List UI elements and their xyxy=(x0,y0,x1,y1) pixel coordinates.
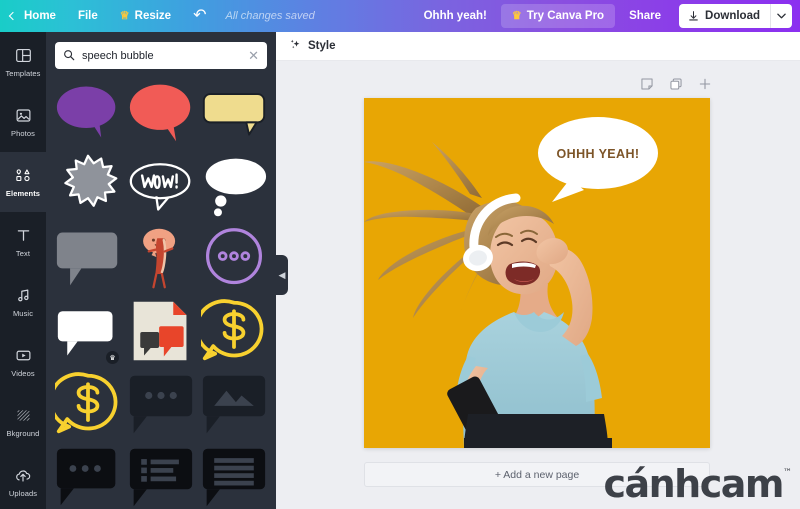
design-title[interactable]: Ohhh yeah! xyxy=(410,10,501,22)
home-label: Home xyxy=(24,10,56,22)
top-toolbar: Home File ♕ Resize ↶ All changes saved O… xyxy=(0,0,800,32)
sidebar-label: Templates xyxy=(5,68,41,78)
left-sidebar-rail: Templates Photos Elements Text Music Vid… xyxy=(0,32,46,509)
element-yellow-rounded-speech-bubble[interactable] xyxy=(201,79,267,145)
search-input[interactable] xyxy=(82,49,242,62)
sidebar-item-uploads[interactable]: Uploads xyxy=(0,452,46,509)
elements-results-grid: ♛ xyxy=(46,75,276,509)
chevron-left-icon: ◀ xyxy=(278,269,286,280)
elements-icon xyxy=(14,167,32,185)
element-black-dots-speech-bubble-2[interactable] xyxy=(55,444,121,509)
download-button[interactable]: Download xyxy=(679,4,770,28)
sidebar-item-bkground[interactable]: Bkground xyxy=(0,392,46,452)
try-canva-pro-button[interactable]: ♛ Try Canva Pro xyxy=(500,4,616,28)
resize-label: Resize xyxy=(134,10,172,22)
sidebar-item-text[interactable]: Text xyxy=(0,212,46,272)
element-wow-handdrawn-speech-bubble[interactable] xyxy=(128,152,194,218)
undo-button[interactable]: ↶ xyxy=(182,0,217,32)
video-icon xyxy=(15,347,32,365)
add-new-page-button[interactable]: + Add a new page xyxy=(364,462,710,487)
share-label: Share xyxy=(629,10,662,22)
sparkle-icon xyxy=(289,38,302,54)
download-arrow-icon xyxy=(689,10,698,20)
home-button[interactable]: Home xyxy=(0,0,67,32)
sidebar-label: Text xyxy=(15,248,31,258)
save-status: All changes saved xyxy=(225,10,315,22)
undo-arrow-icon: ↶ xyxy=(193,7,207,24)
file-label: File xyxy=(77,10,98,22)
share-button[interactable]: Share xyxy=(615,4,675,28)
element-black-image-speech-bubble[interactable] xyxy=(201,371,267,437)
design-canvas[interactable]: OHHH YEAH! xyxy=(364,98,710,448)
element-purple-oval-speech-bubble[interactable] xyxy=(55,79,121,145)
editor-area: Style OHHH YEAH! + Add a new page cánhca… xyxy=(276,32,800,509)
top-toolbar-left: Home File ♕ Resize ↶ All changes saved xyxy=(0,0,315,32)
element-yellow-dollar-speech-bubble[interactable] xyxy=(201,298,267,364)
pro-label: Try Canva Pro xyxy=(526,10,605,22)
text-icon xyxy=(15,227,32,245)
element-black-lines-speech-bubble[interactable] xyxy=(201,444,267,509)
element-grey-burst-speech-bubble[interactable] xyxy=(55,152,121,218)
background-pattern-icon xyxy=(15,407,32,425)
sidebar-label: Elements xyxy=(5,188,41,198)
crown-icon: ♕ xyxy=(119,9,130,22)
element-document-chat-bubbles-icon[interactable] xyxy=(128,298,194,364)
page-tools xyxy=(640,77,712,91)
file-menu-button[interactable]: File xyxy=(67,0,109,32)
style-tab-label: Style xyxy=(308,40,336,52)
chevron-left-icon xyxy=(8,11,18,21)
canvas-bubble-text: OHHH YEAH! xyxy=(556,147,640,161)
sidebar-item-videos[interactable]: Videos xyxy=(0,332,46,392)
resize-button[interactable]: ♕ Resize xyxy=(109,0,182,32)
sidebar-item-templates[interactable]: Templates xyxy=(0,32,46,92)
panel-collapse-handle[interactable]: ◀ xyxy=(276,255,288,295)
download-button-group[interactable]: Download xyxy=(679,4,792,28)
element-white-thought-bubble[interactable] xyxy=(201,152,267,218)
top-toolbar-right: Ohhh yeah! ♛ Try Canva Pro Share Downloa… xyxy=(410,0,800,32)
duplicate-page-icon[interactable] xyxy=(669,77,683,91)
element-bacon-character-speech-bubble[interactable] xyxy=(128,225,194,291)
sidebar-label: Music xyxy=(12,308,34,318)
element-black-dots-speech-bubble[interactable] xyxy=(128,371,194,437)
close-icon[interactable]: ✕ xyxy=(248,49,259,62)
search-icon xyxy=(63,49,75,63)
edit-page-note-icon[interactable] xyxy=(640,77,654,91)
music-note-icon xyxy=(15,287,32,305)
watermark-tm: ™ xyxy=(783,468,792,478)
download-label: Download xyxy=(705,10,760,22)
photos-icon xyxy=(15,107,32,125)
style-toolbar: Style xyxy=(276,32,800,61)
element-grey-rounded-speech-bubble[interactable] xyxy=(55,225,121,291)
add-page-row: + Add a new page xyxy=(364,462,710,487)
templates-icon xyxy=(15,47,32,65)
element-purple-outline-dots-bubble[interactable] xyxy=(201,225,267,291)
search-box[interactable]: ✕ xyxy=(55,42,267,69)
sidebar-label: Videos xyxy=(11,368,35,378)
add-page-plus-icon[interactable] xyxy=(698,77,712,91)
element-white-speech-bubble[interactable]: ♛ xyxy=(55,298,121,364)
chevron-down-icon xyxy=(777,13,786,19)
element-black-list-speech-bubble[interactable] xyxy=(128,444,194,509)
sidebar-item-music[interactable]: Music xyxy=(0,272,46,332)
sidebar-label: Bkground xyxy=(6,428,40,438)
element-yellow-dollar-speech-bubble-2[interactable] xyxy=(55,371,121,437)
upload-cloud-icon xyxy=(14,467,32,485)
search-area: ✕ xyxy=(46,32,276,75)
sidebar-item-photos[interactable]: Photos xyxy=(0,92,46,152)
download-dropdown-toggle[interactable] xyxy=(770,4,792,28)
sidebar-label: Photos xyxy=(11,128,35,138)
elements-panel: ✕ xyxy=(46,32,276,509)
sidebar-item-elements[interactable]: Elements xyxy=(0,152,46,212)
crown-icon: ♛ xyxy=(511,9,522,22)
element-red-oval-speech-bubble[interactable] xyxy=(128,79,194,145)
sidebar-label: Uploads xyxy=(8,488,38,498)
add-page-label: + Add a new page xyxy=(494,468,580,481)
canvas-speech-bubble[interactable]: OHHH YEAH! xyxy=(536,115,660,205)
pro-crown-badge-icon: ♛ xyxy=(106,351,119,364)
